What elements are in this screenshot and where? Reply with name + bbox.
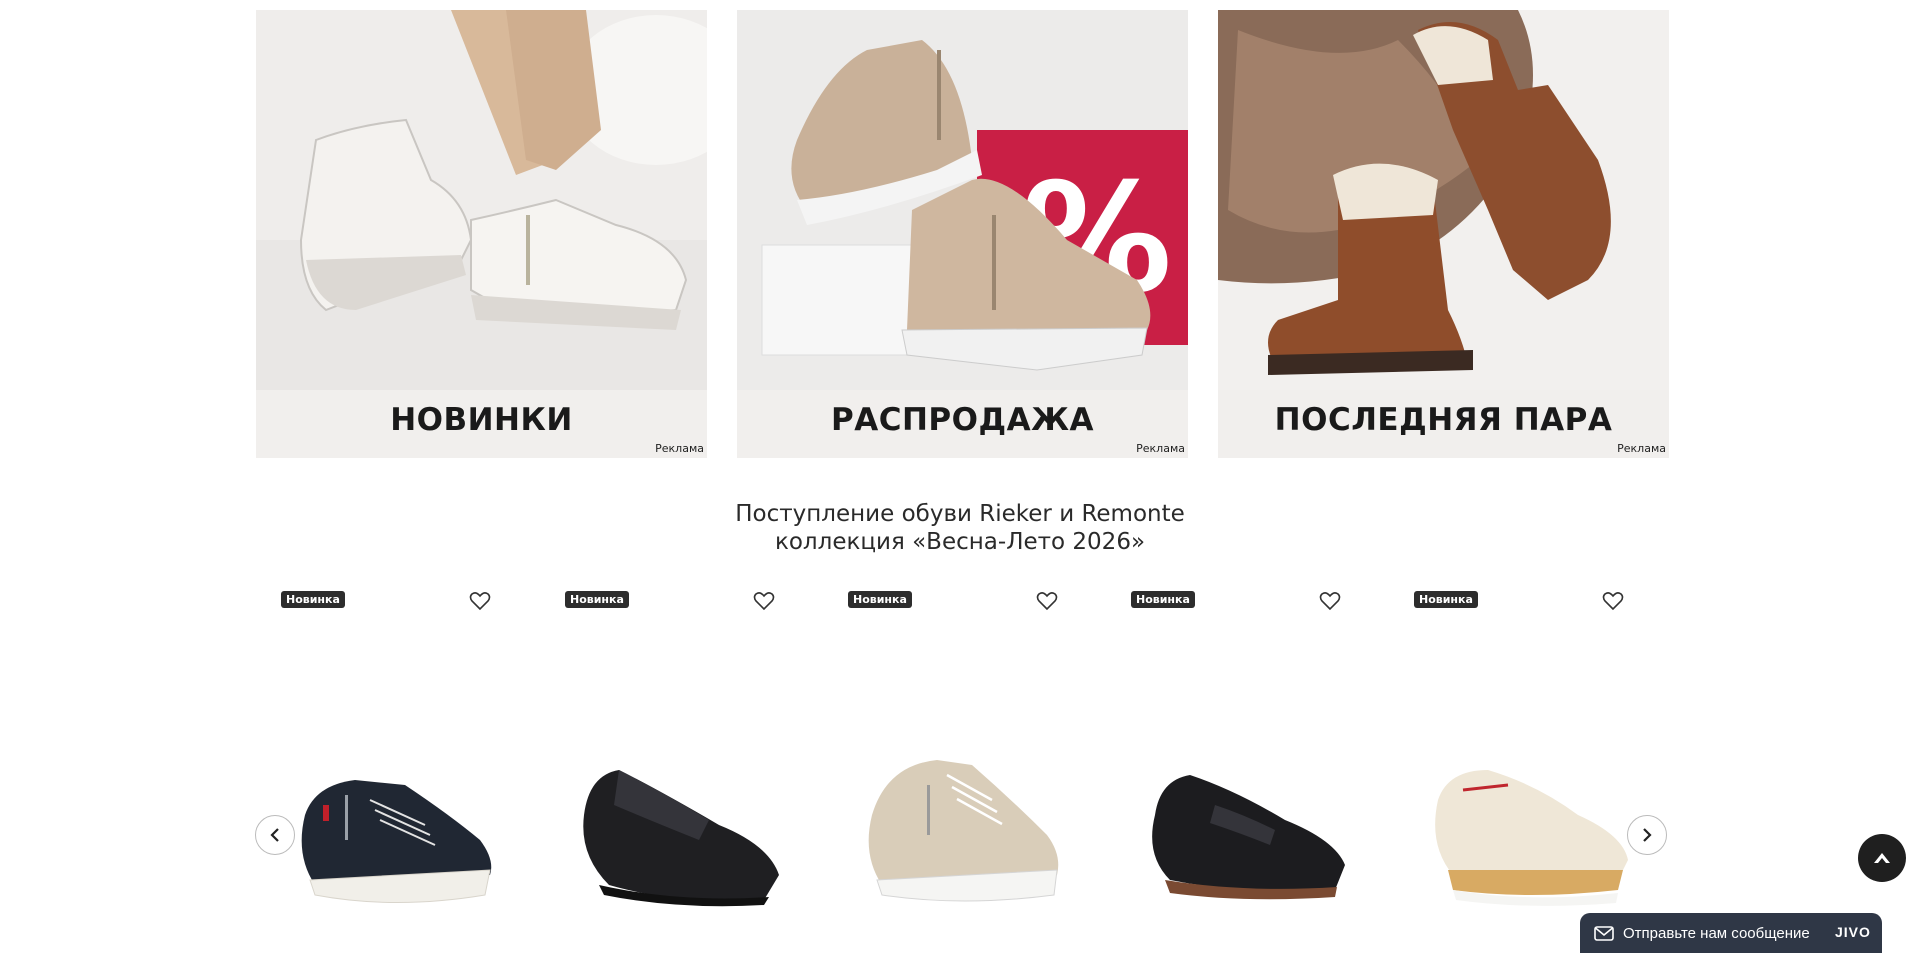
product-image bbox=[1152, 775, 1345, 900]
banner-new-image bbox=[256, 10, 707, 390]
section-title-line1: Поступление обуви Rieker и Remonte bbox=[735, 501, 1185, 527]
product-image bbox=[583, 770, 779, 907]
new-badge: Новинка bbox=[281, 591, 345, 608]
banner-last-pair[interactable]: ПОСЛЕДНЯЯ ПАРА Реклама bbox=[1218, 10, 1669, 458]
section-title-line2: коллекция «Весна-Лето 2026» bbox=[774, 529, 1146, 555]
section-title: Поступление обуви Rieker и Remonte колле… bbox=[0, 500, 1920, 556]
new-badge: Новинка bbox=[565, 591, 629, 608]
chat-message: Отправьте нам сообщение bbox=[1623, 925, 1810, 942]
scroll-to-top-button[interactable] bbox=[1858, 834, 1906, 882]
ad-label: Реклама bbox=[1617, 442, 1666, 455]
product-image bbox=[868, 760, 1059, 902]
product-card[interactable]: Новинка bbox=[1388, 585, 1650, 953]
heart-icon[interactable] bbox=[1319, 591, 1341, 611]
banner-title: ПОСЛЕДНЯЯ ПАРА bbox=[1274, 402, 1613, 438]
banner-title: РАСПРОДАЖА bbox=[830, 402, 1095, 438]
banner-sale[interactable]: % РАСПРОДАЖА Реклама bbox=[737, 10, 1188, 458]
product-card[interactable]: Новинка bbox=[1105, 585, 1367, 953]
new-badge: Новинка bbox=[1414, 591, 1478, 608]
product-card[interactable]: Новинка bbox=[539, 585, 801, 953]
jivo-logo: JIVO bbox=[1835, 924, 1871, 940]
product-card[interactable]: Новинка bbox=[255, 585, 517, 953]
banner-new-arrivals[interactable]: НОВИНКИ Реклама bbox=[256, 10, 707, 458]
ad-label: Реклама bbox=[655, 442, 704, 455]
heart-icon[interactable] bbox=[753, 591, 775, 611]
product-card[interactable]: Новинка bbox=[822, 585, 1084, 953]
banner-sale-image: % bbox=[737, 10, 1188, 390]
heart-icon[interactable] bbox=[469, 591, 491, 611]
chevron-up-icon bbox=[1874, 853, 1890, 863]
envelope-icon bbox=[1594, 926, 1614, 941]
ad-label: Реклама bbox=[1136, 442, 1185, 455]
product-image bbox=[301, 780, 492, 903]
banner-title: НОВИНКИ bbox=[390, 402, 573, 438]
banner-last-pair-image bbox=[1218, 10, 1669, 390]
heart-icon[interactable] bbox=[1036, 591, 1058, 611]
new-badge: Новинка bbox=[848, 591, 912, 608]
chat-widget[interactable]: Отправьте нам сообщение JIVO bbox=[1580, 913, 1882, 953]
heart-icon[interactable] bbox=[1602, 591, 1624, 611]
new-badge: Новинка bbox=[1131, 591, 1195, 608]
product-image bbox=[1435, 770, 1628, 906]
